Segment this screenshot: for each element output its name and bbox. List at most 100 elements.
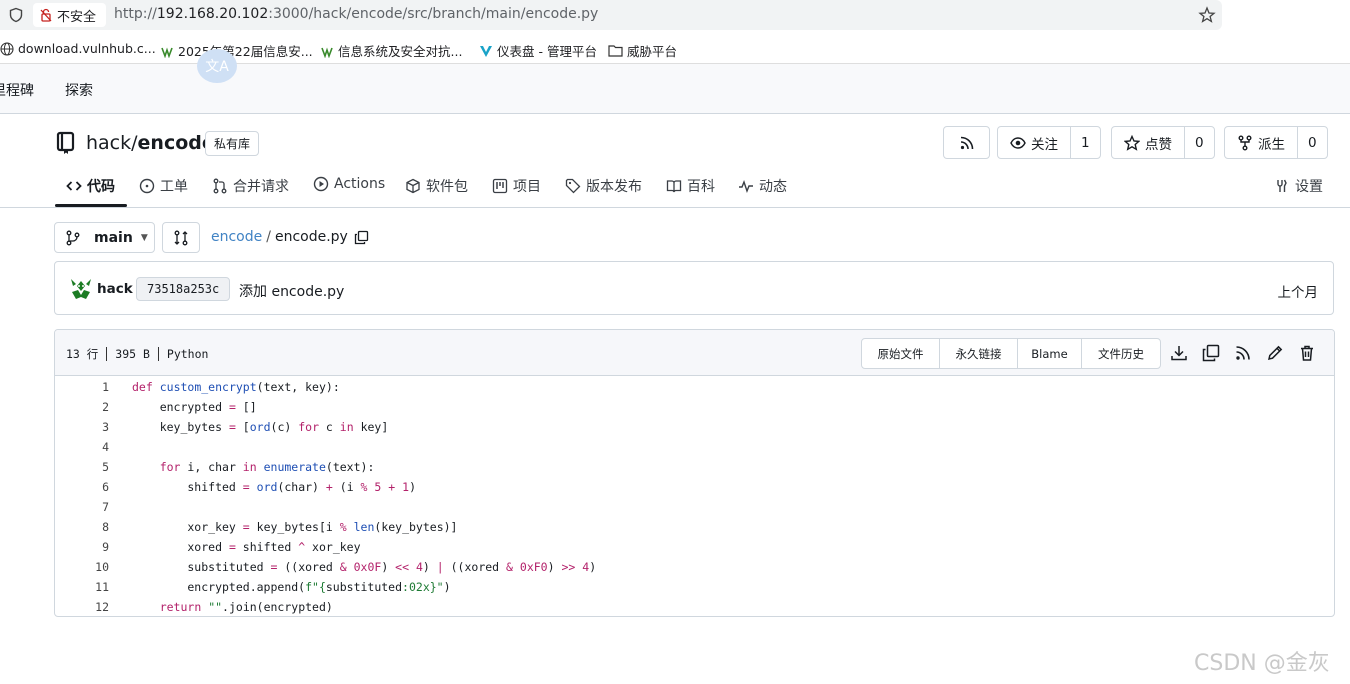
- commit-sha[interactable]: 73518a253c: [136, 277, 231, 301]
- history-button[interactable]: 文件历史: [1082, 339, 1160, 368]
- line-number[interactable]: 9: [55, 540, 109, 554]
- line-number[interactable]: 8: [55, 520, 109, 534]
- line-number[interactable]: 5: [55, 460, 109, 474]
- watch-count[interactable]: 1: [1071, 135, 1100, 151]
- fork-label: 派生: [1258, 136, 1285, 153]
- bookmark-item[interactable]: download.vulnhub.c...: [0, 41, 156, 56]
- file-info: 13 行 395 B Python: [66, 346, 208, 362]
- line-number[interactable]: 10: [55, 560, 109, 574]
- star-count[interactable]: 0: [1185, 135, 1214, 151]
- file-actions: 原始文件 永久链接 Blame 文件历史: [861, 338, 1161, 369]
- tab-actions[interactable]: Actions: [313, 176, 385, 192]
- nav-explore[interactable]: 探索: [65, 80, 93, 100]
- trash-icon[interactable]: [1298, 344, 1316, 362]
- rss-button[interactable]: [943, 126, 990, 159]
- line-number[interactable]: 11: [55, 580, 109, 594]
- code-line: 4: [55, 437, 1334, 457]
- line-number[interactable]: 4: [55, 440, 109, 454]
- line-number[interactable]: 2: [55, 400, 109, 414]
- breadcrumb: encode / encode.py: [211, 229, 369, 245]
- download-icon[interactable]: [1170, 344, 1188, 362]
- repo-owner-link[interactable]: hack: [86, 132, 131, 154]
- copy-icon[interactable]: [1202, 344, 1220, 362]
- tab-activity[interactable]: 动态: [738, 176, 787, 196]
- tab-pull-requests[interactable]: 合并请求: [212, 176, 289, 196]
- bookmark-item[interactable]: 仪表盘 - 管理平台: [479, 41, 597, 60]
- nav-milestones[interactable]: 里程碑: [0, 80, 34, 100]
- line-count: 13 行: [66, 347, 99, 361]
- edit-pencil-icon[interactable]: [1266, 344, 1284, 362]
- code-line: 8 xor_key = key_bytes[i % len(key_bytes)…: [55, 517, 1334, 537]
- globe-icon: [0, 41, 14, 56]
- v-logo-icon: [480, 45, 492, 57]
- copy-path-icon[interactable]: [354, 230, 369, 245]
- code-text: shifted = ord(char) + (i % 5 + 1): [132, 480, 417, 494]
- shield-icon[interactable]: [8, 7, 24, 23]
- project-icon: [492, 178, 508, 194]
- commit-time: 上个月: [1277, 285, 1319, 301]
- code-line: 1 def custom_encrypt(text, key):: [55, 377, 1334, 397]
- branch-selector[interactable]: main ▼: [54, 222, 155, 253]
- url-text[interactable]: http://192.168.20.102:3000/hack/encode/s…: [114, 6, 598, 22]
- pulse-icon: [739, 179, 753, 194]
- rss-icon[interactable]: [1234, 344, 1252, 362]
- line-number[interactable]: 3: [55, 420, 109, 434]
- code-text: return "".join(encrypted): [159, 600, 333, 614]
- compare-button[interactable]: [162, 222, 200, 253]
- star-icon: [1124, 134, 1140, 151]
- permalink-button[interactable]: 永久链接: [940, 339, 1018, 368]
- insecure-badge[interactable]: 不安全: [33, 3, 106, 27]
- line-number[interactable]: 12: [55, 600, 109, 614]
- breadcrumb-repo-link[interactable]: encode: [211, 229, 262, 245]
- file-size: 395 B: [115, 347, 150, 361]
- translate-bubble-icon[interactable]: 文A: [197, 49, 237, 83]
- commit-message[interactable]: 添加 encode.py: [239, 281, 344, 301]
- code-text: xor_key = key_bytes[i % len(key_bytes)]: [132, 520, 458, 534]
- tab-wiki[interactable]: 百科: [666, 176, 715, 196]
- code-view: 1 def custom_encrypt(text, key): 2 encrypt…: [55, 377, 1334, 616]
- blame-button[interactable]: Blame: [1018, 339, 1082, 368]
- site-icon: [161, 46, 173, 58]
- code-line: 5 for i, char in enumerate(text):: [55, 457, 1334, 477]
- code-line: 9 xored = shifted ^ xor_key: [55, 537, 1334, 557]
- fork-count[interactable]: 0: [1298, 135, 1327, 151]
- bookmark-star-icon[interactable]: [1198, 6, 1216, 24]
- code-line: 10 substituted = ((xored & 0x0F) << 4) |…: [55, 557, 1334, 577]
- code-line: 2 encrypted = []: [55, 397, 1334, 417]
- line-number[interactable]: 6: [55, 480, 109, 494]
- tab-settings[interactable]: 设置: [1274, 176, 1323, 196]
- tools-icon: [1277, 179, 1287, 192]
- raw-button[interactable]: 原始文件: [862, 339, 940, 368]
- line-number[interactable]: 1: [55, 380, 109, 394]
- address-pill[interactable]: 不安全 http://192.168.20.102:3000/hack/enco…: [0, 0, 1222, 30]
- bookmark-item[interactable]: 威胁平台: [608, 41, 677, 60]
- line-number[interactable]: 7: [55, 500, 109, 514]
- tab-code[interactable]: 代码: [66, 176, 115, 196]
- latest-commit-box: hack 73518a253c 添加 encode.py 上个月: [54, 261, 1334, 315]
- file-language: Python: [166, 347, 209, 361]
- browser-address-bar: 不安全 http://192.168.20.102:3000/hack/enco…: [0, 0, 1350, 31]
- tab-issues[interactable]: 工单: [139, 176, 188, 196]
- rss-icon: [960, 136, 973, 149]
- watch-button[interactable]: 关注 1: [997, 126, 1101, 159]
- code-text: def custom_encrypt(text, key):: [132, 380, 340, 394]
- avatar[interactable]: [69, 277, 93, 301]
- repo-name-link[interactable]: encode: [138, 132, 215, 154]
- commit-author[interactable]: hack: [97, 281, 133, 297]
- pull-request-icon: [213, 178, 227, 194]
- breadcrumb-file: encode.py: [274, 229, 348, 245]
- fork-button[interactable]: 派生 0: [1224, 126, 1328, 159]
- code-line: 3 key_bytes = [ord(c) for c in key]: [55, 417, 1334, 437]
- file-view: 13 行 395 B Python 原始文件 永久链接 Blame 文件历史 1…: [54, 329, 1335, 617]
- code-line: 6 shifted = ord(char) + (i % 5 + 1): [55, 477, 1334, 497]
- tab-releases[interactable]: 版本发布: [565, 176, 642, 196]
- broken-lock-icon: [40, 8, 52, 22]
- compare-icon: [174, 230, 188, 245]
- star-button[interactable]: 点赞 0: [1111, 126, 1215, 159]
- bookmark-item[interactable]: 2025年第22届信息安...: [160, 41, 313, 60]
- bookmark-item[interactable]: 信息系统及安全对抗...: [320, 41, 462, 60]
- tab-projects[interactable]: 项目: [492, 176, 541, 196]
- tab-packages[interactable]: 软件包: [405, 176, 468, 196]
- code-line: 7: [55, 497, 1334, 517]
- code-line: 11 encrypted.append(f"{substituted:02x}"…: [55, 577, 1334, 597]
